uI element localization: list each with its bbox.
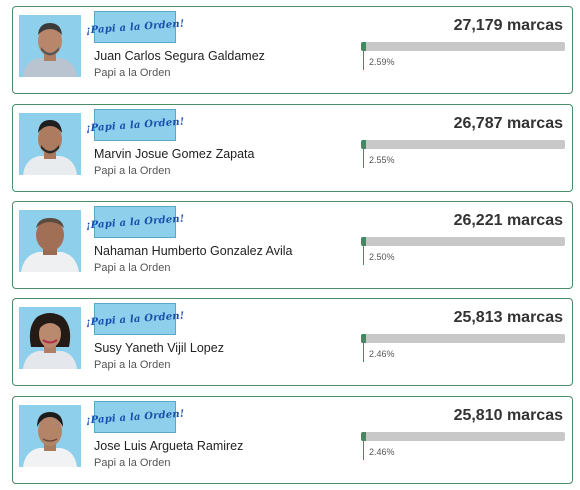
candidate-card[interactable]: ¡Papi a la Orden! Jose Luis Argueta Rami… (12, 396, 573, 484)
party-logo: ¡Papi a la Orden! (85, 401, 185, 433)
vote-progress-fill (361, 42, 367, 51)
vote-count: 25,813 marcas (453, 309, 563, 326)
person-icon (23, 412, 77, 467)
percent-marker (363, 343, 364, 362)
party-name: Papi a la Orden (94, 262, 171, 274)
person-icon (23, 313, 77, 369)
party-logo: ¡Papi a la Orden! (85, 303, 185, 335)
candidate-card[interactable]: ¡Papi a la Orden! Juan Carlos Segura Gal… (12, 6, 573, 94)
vote-progress-fill (361, 237, 367, 246)
party-logo: ¡Papi a la Orden! (85, 109, 185, 141)
vote-count: 26,221 marcas (453, 212, 563, 229)
candidate-photo (19, 307, 81, 369)
vote-count: 25,810 marcas (453, 407, 563, 424)
candidate-photo (19, 113, 81, 175)
vote-progress-fill (361, 334, 367, 343)
vote-percent: 2.55% (369, 155, 395, 165)
percent-marker (363, 149, 364, 168)
party-logo-text: ¡Papi a la Orden! (85, 408, 185, 426)
vote-progress-bar (361, 432, 565, 441)
candidate-name: Nahaman Humberto Gonzalez Avila (94, 244, 293, 258)
candidate-card[interactable]: ¡Papi a la Orden! Susy Yaneth Vijil Lope… (12, 298, 573, 386)
person-icon (21, 218, 79, 272)
candidate-photo (19, 405, 81, 467)
vote-percent: 2.59% (369, 57, 395, 67)
candidate-photo (19, 15, 81, 77)
party-logo-text: ¡Papi a la Orden! (85, 213, 185, 231)
vote-percent: 2.50% (369, 252, 395, 262)
candidate-name: Susy Yaneth Vijil Lopez (94, 341, 224, 355)
party-name: Papi a la Orden (94, 67, 171, 79)
party-name: Papi a la Orden (94, 457, 171, 469)
candidate-name: Juan Carlos Segura Galdamez (94, 49, 265, 63)
candidate-card[interactable]: ¡Papi a la Orden! Marvin Josue Gomez Zap… (12, 104, 573, 192)
percent-marker (363, 246, 364, 265)
vote-progress-fill (361, 140, 367, 149)
party-logo-text: ¡Papi a la Orden! (85, 116, 185, 134)
party-logo-text: ¡Papi a la Orden! (85, 310, 185, 328)
party-logo: ¡Papi a la Orden! (85, 206, 185, 238)
party-name: Papi a la Orden (94, 359, 171, 371)
person-icon (23, 23, 77, 77)
party-logo-text: ¡Papi a la Orden! (85, 18, 185, 36)
candidate-photo (19, 210, 81, 272)
vote-progress-bar (361, 334, 565, 343)
percent-marker (363, 51, 364, 70)
vote-progress-fill (361, 432, 367, 441)
vote-count: 26,787 marcas (453, 115, 563, 132)
vote-progress-bar (361, 42, 565, 51)
party-logo: ¡Papi a la Orden! (85, 11, 185, 43)
vote-progress-bar (361, 237, 565, 246)
vote-count: 27,179 marcas (453, 17, 563, 34)
candidate-card[interactable]: ¡Papi a la Orden! Nahaman Humberto Gonza… (12, 201, 573, 289)
candidate-name: Jose Luis Argueta Ramirez (94, 439, 244, 453)
vote-percent: 2.46% (369, 447, 395, 457)
vote-progress-bar (361, 140, 565, 149)
vote-percent: 2.46% (369, 349, 395, 359)
percent-marker (363, 441, 364, 460)
person-icon (23, 120, 77, 175)
candidate-name: Marvin Josue Gomez Zapata (94, 147, 255, 161)
party-name: Papi a la Orden (94, 165, 171, 177)
